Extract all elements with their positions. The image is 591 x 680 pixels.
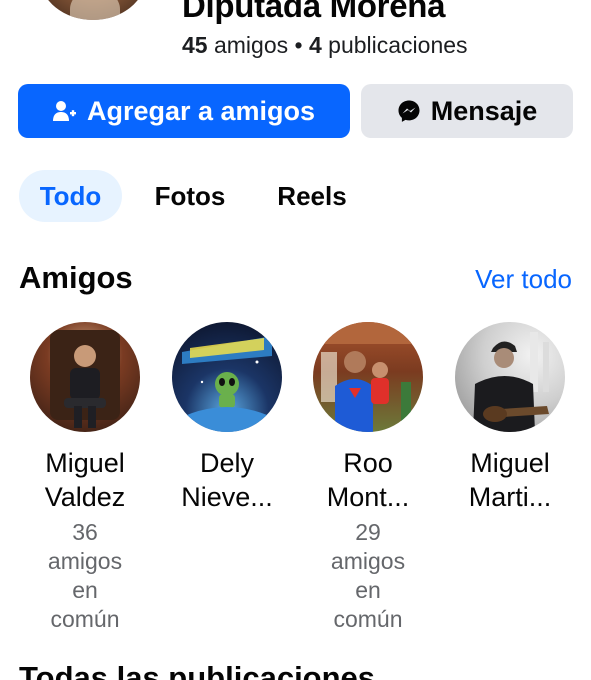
add-friend-label: Agregar a amigos: [86, 95, 316, 126]
friend-name-line: Miguel: [45, 448, 125, 478]
mutual-line: 29: [355, 519, 381, 545]
all-posts-section-title: Todas las publicaciones: [19, 660, 376, 680]
mutual-line: amigos: [330, 548, 406, 574]
friend-avatar[interactable]: [313, 322, 423, 432]
profile-avatar[interactable]: [36, 0, 150, 24]
mutual-line: amigos: [47, 548, 123, 574]
mutual-friends: 29 amigos en común: [298, 518, 438, 634]
profile-name: Diputada Morena: [182, 0, 446, 24]
posts-label: publicaciones: [328, 32, 468, 58]
mutual-line: común: [333, 606, 403, 632]
friend-name-line: Dely: [199, 448, 254, 478]
friends-label[interactable]: amigos: [214, 32, 288, 58]
tab-reels[interactable]: Reels: [262, 170, 362, 222]
add-friend-button[interactable]: Agregar a amigos: [18, 84, 350, 138]
friend-name[interactable]: Miguel Valdez: [15, 446, 155, 514]
friend-card[interactable]: Roo Mont... 29 amigos en común: [298, 322, 438, 634]
friend-avatar[interactable]: [455, 322, 565, 432]
messenger-icon: [398, 100, 420, 122]
tab-fotos[interactable]: Fotos: [140, 170, 240, 222]
friends-count: 45: [182, 32, 208, 58]
friend-name-line: Marti...: [468, 482, 552, 512]
posts-count: 4: [308, 32, 322, 58]
friend-name-line: Miguel: [470, 448, 550, 478]
stats-separator: •: [294, 32, 303, 58]
friend-card[interactable]: Miguel Marti...: [440, 322, 580, 514]
message-label: Mensaje: [430, 95, 538, 126]
friend-name[interactable]: Dely Nieve...: [157, 446, 297, 514]
see-all-friends-link[interactable]: Ver todo: [475, 264, 572, 295]
friend-card[interactable]: Miguel Valdez 36 amigos en común: [15, 322, 155, 634]
mutual-line: en: [72, 577, 98, 603]
friend-name-line: Nieve...: [181, 482, 273, 512]
friend-avatar[interactable]: [30, 322, 140, 432]
mutual-line: en: [355, 577, 381, 603]
friend-avatar[interactable]: [172, 322, 282, 432]
profile-stats: 45 amigos • 4 publicaciones: [182, 32, 468, 59]
friend-name[interactable]: Miguel Marti...: [440, 446, 580, 514]
friend-name[interactable]: Roo Mont...: [298, 446, 438, 514]
tab-todo[interactable]: Todo: [19, 170, 122, 222]
add-friend-icon: [52, 101, 76, 121]
mutual-line: 36: [72, 519, 98, 545]
mutual-friends: 36 amigos en común: [15, 518, 155, 634]
mutual-line: común: [50, 606, 120, 632]
friends-section-title: Amigos: [19, 260, 133, 295]
friend-name-line: Mont...: [326, 482, 410, 512]
friend-name-line: Roo: [343, 448, 393, 478]
friend-name-line: Valdez: [44, 482, 126, 512]
message-button[interactable]: Mensaje: [361, 84, 573, 138]
friend-card[interactable]: Dely Nieve...: [157, 322, 297, 514]
